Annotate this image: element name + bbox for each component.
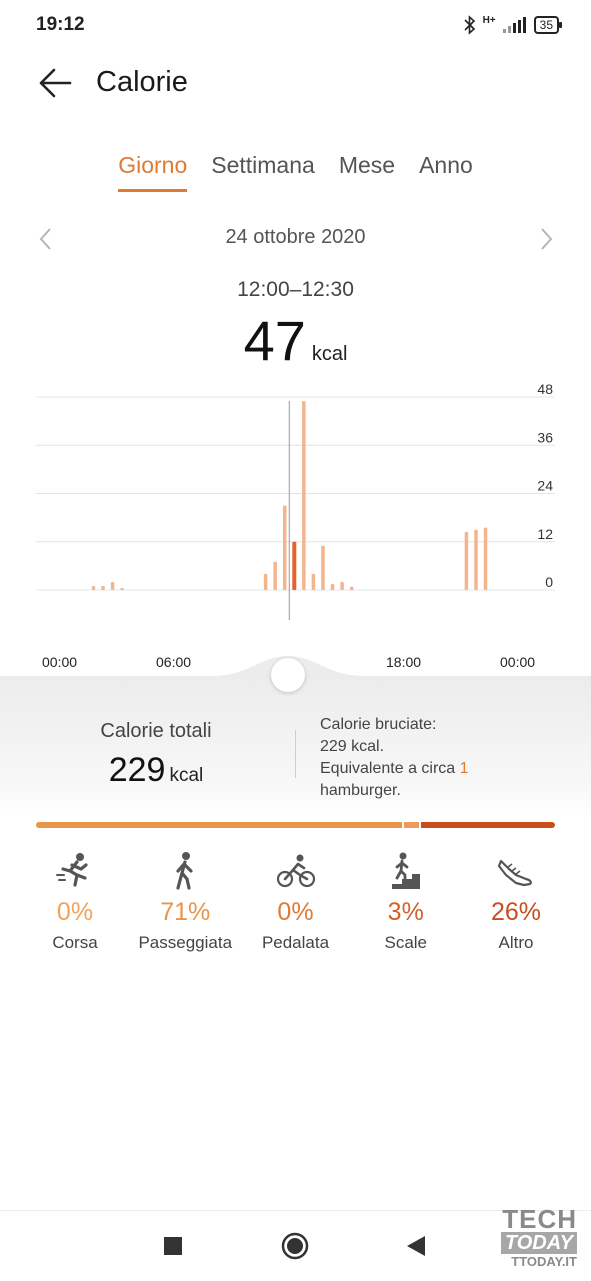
watermark-line-3: TTODAY.IT: [511, 1254, 577, 1269]
activity-running-label: Corsa: [52, 933, 98, 952]
chart-bar: [302, 401, 306, 590]
activity-share-segment: [36, 822, 402, 828]
chevron-right-icon[interactable]: [536, 226, 556, 252]
burned-info: Calorie bruciate: 229 kcal. Equivalente …: [320, 714, 469, 802]
activity-other-percent: 26%: [490, 898, 542, 926]
total-calories-unit: kcal: [169, 765, 204, 786]
chart-bar: [330, 583, 335, 590]
activity-cycling-label: Pedalata: [261, 933, 330, 952]
home-circle-icon[interactable]: [281, 1232, 309, 1260]
activity-running-percent: 0%: [56, 898, 94, 926]
chart-bar: [340, 581, 344, 590]
running-icon: [56, 853, 88, 887]
recents-square-icon[interactable]: [163, 1236, 183, 1256]
y-tick-label: 0: [545, 574, 553, 590]
chart-bar: [282, 505, 287, 590]
status-time: 19:12: [36, 14, 85, 35]
chart-bar: [120, 587, 124, 590]
activity-share-segment: [403, 822, 420, 828]
chart-bar: [321, 545, 325, 590]
activity-running[interactable]: 0% Corsa: [20, 846, 130, 953]
activity-walking[interactable]: 71% Passeggiata: [130, 846, 240, 953]
chart-bar: [91, 585, 96, 590]
walking-icon: [176, 852, 193, 890]
burned-line-2: 229 kcal.: [320, 738, 385, 755]
watermark-line-2: TODAY: [500, 1232, 577, 1254]
shoe-icon: [497, 859, 532, 887]
activity-share-segment: [421, 822, 555, 828]
total-calories-label: Calorie totali: [100, 720, 212, 742]
chart-bar: [483, 527, 488, 590]
bluetooth-icon: [464, 15, 475, 35]
battery-icon: 35: [533, 16, 563, 34]
selected-time-range: 12:00–12:30: [237, 278, 354, 301]
chart-bar: [273, 561, 277, 590]
tab-month[interactable]: Mese: [339, 152, 395, 192]
y-tick-label: 12: [537, 526, 553, 542]
activity-stairs-percent: 3%: [387, 898, 424, 926]
time-slider-handle[interactable]: [271, 658, 305, 692]
equivalent-line: Equivalente a circa 1: [320, 758, 469, 780]
total-calories-block: Calorie totali 229 kcal: [58, 720, 254, 790]
burned-line-1: Calorie bruciate:: [320, 716, 437, 733]
activity-stairs[interactable]: 3% Scale: [351, 846, 461, 953]
activity-cycling[interactable]: 0% Pedalata: [241, 846, 351, 953]
network-type-label: H+: [482, 14, 496, 26]
chart-bar: [474, 529, 478, 590]
period-tabs: Giorno Settimana Mese Anno: [0, 152, 591, 192]
techtoday-watermark: TECH TODAY TTODAY.IT: [500, 1204, 577, 1270]
summary-divider: [295, 730, 296, 778]
chart-bar: [110, 581, 115, 590]
chart-bar: [464, 531, 469, 590]
tab-year[interactable]: Anno: [419, 152, 473, 192]
y-tick-label: 24: [537, 478, 553, 494]
activity-share-bar: [36, 822, 555, 828]
tab-day[interactable]: Giorno: [118, 152, 188, 192]
stairs-icon: [391, 852, 420, 889]
back-triangle-icon[interactable]: [405, 1235, 427, 1257]
page-title: Calorie: [96, 66, 188, 98]
activity-cycling-percent: 0%: [277, 898, 314, 926]
chart-bar: [292, 541, 297, 590]
activity-walking-label: Passeggiata: [138, 933, 233, 952]
signal-icon: [502, 17, 526, 33]
y-tick-label: 48: [537, 381, 553, 397]
chart-bar: [349, 586, 354, 590]
selected-kcal-unit: kcal: [311, 343, 348, 365]
activity-walking-percent: 71%: [160, 898, 211, 926]
chart-bar: [311, 573, 316, 590]
selected-kcal-number: 47: [243, 309, 306, 372]
chart-bar: [263, 573, 268, 590]
tab-week[interactable]: Settimana: [211, 152, 315, 192]
activity-stairs-label: Scale: [384, 933, 428, 952]
equivalent-item: hamburger.: [320, 782, 401, 799]
activity-other[interactable]: 26% Altro: [461, 846, 571, 953]
selected-value: 47 kcal: [0, 308, 591, 373]
activity-other-label: Altro: [498, 933, 534, 952]
current-date: 24 ottobre 2020: [225, 226, 366, 248]
equivalent-count: 1: [459, 760, 469, 777]
total-calories-number: 229: [108, 751, 166, 789]
activity-breakdown: 0% Corsa 71% Passeggiata 0% Pedalata 3% …: [20, 846, 571, 953]
chart-bar: [101, 585, 105, 590]
total-calories-value: 229 kcal: [58, 751, 254, 790]
watermark-line-1: TECH: [502, 1204, 577, 1234]
calorie-bar-chart[interactable]: 48362412012:00: [0, 375, 591, 625]
cycling-icon: [276, 854, 315, 888]
status-icons: H+ 35: [463, 14, 563, 35]
back-arrow-icon[interactable]: [38, 66, 72, 100]
y-tick-label: 36: [537, 429, 553, 445]
equivalent-prefix: Equivalente a circa: [320, 760, 460, 777]
